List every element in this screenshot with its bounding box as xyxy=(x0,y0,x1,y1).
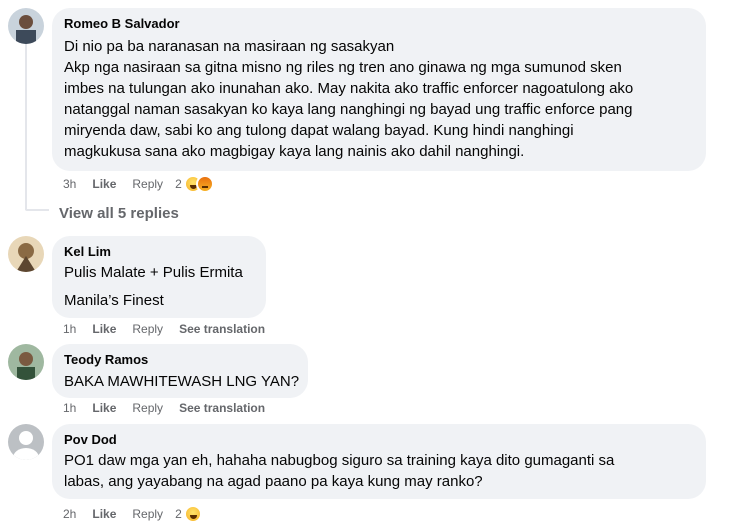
like-button[interactable]: Like xyxy=(92,401,116,415)
comment-text-line: PO1 daw mga yan eh, hahaha nabugbog sigu… xyxy=(64,452,615,469)
comment-author[interactable]: Pov Dod xyxy=(64,432,117,448)
comment-actions: 3h Like Reply 2 xyxy=(63,175,214,193)
comment-text-line: Di nio pa ba naranasan na masiraan ng sa… xyxy=(64,38,395,55)
like-button[interactable]: Like xyxy=(92,177,116,191)
comment-actions: 2h Like Reply 2 xyxy=(63,505,202,523)
avatar[interactable] xyxy=(8,424,44,460)
comment-timestamp[interactable]: 3h xyxy=(63,177,76,191)
comment-text-line: Pulis Malate + Pulis Ermita xyxy=(64,264,243,281)
comment-timestamp[interactable]: 2h xyxy=(63,507,76,521)
avatar-photo-icon xyxy=(8,344,44,380)
comment-bubble: Kel Lim Pulis Malate + Pulis Ermita Mani… xyxy=(52,236,266,318)
comment-author[interactable]: Teody Ramos xyxy=(64,352,148,368)
avatar[interactable] xyxy=(8,344,44,380)
avatar[interactable] xyxy=(8,236,44,272)
comment-bubble: Teody Ramos BAKA MAWHITEWASH LNG YAN? xyxy=(52,344,308,398)
view-replies-link[interactable]: View all 5 replies xyxy=(59,205,179,222)
see-translation-link[interactable]: See translation xyxy=(179,322,265,336)
see-translation-link[interactable]: See translation xyxy=(179,401,265,415)
comment-actions: 1h Like Reply See translation xyxy=(63,401,281,415)
thread-connector-curve xyxy=(25,209,49,211)
comment-text-line: miryenda daw, sabi ko ang tulong dapat w… xyxy=(64,122,574,139)
reply-button[interactable]: Reply xyxy=(132,177,163,191)
like-button[interactable]: Like xyxy=(92,507,116,521)
avatar[interactable] xyxy=(8,8,44,44)
comment-text-line: Akp nga nasiraan sa gitna misno ng riles… xyxy=(64,59,622,76)
haha-icon xyxy=(183,505,202,523)
comment-bubble: Romeo B Salvador Di nio pa ba naranasan … xyxy=(52,8,706,171)
comment-text-line: BAKA MAWHITEWASH LNG YAN? xyxy=(64,373,300,390)
avatar-photo-icon xyxy=(8,236,44,272)
angry-icon xyxy=(195,175,214,193)
comment-bubble: Pov Dod PO1 daw mga yan eh, hahaha nabug… xyxy=(52,424,706,499)
comment-author[interactable]: Kel Lim xyxy=(64,244,111,260)
comment-text-line: magkukusa sana ako magbigay kaya lang na… xyxy=(64,143,525,160)
comment-text-line: Manila’s Finest xyxy=(64,292,164,309)
comment-text-line: natanggal naman sasakyan ko kaya lang na… xyxy=(64,101,633,118)
reply-button[interactable]: Reply xyxy=(132,322,163,336)
comment-timestamp[interactable]: 1h xyxy=(63,322,76,336)
reply-button[interactable]: Reply xyxy=(132,401,163,415)
comment-text-line: imbes na tulungan ako inunahan ako. May … xyxy=(64,80,634,97)
comment-author[interactable]: Romeo B Salvador xyxy=(64,16,180,32)
reaction-summary[interactable]: 2 xyxy=(175,505,202,523)
comment-text-line: labas, ang yayabang na agad paano pa kay… xyxy=(64,473,483,490)
comment-actions: 1h Like Reply See translation xyxy=(63,322,281,336)
reaction-count: 2 xyxy=(175,507,182,521)
thread-connector-line xyxy=(25,44,27,210)
reply-button[interactable]: Reply xyxy=(132,507,163,521)
comment-timestamp[interactable]: 1h xyxy=(63,401,76,415)
default-avatar-icon xyxy=(8,424,44,460)
reaction-summary[interactable]: 2 xyxy=(175,175,214,193)
reaction-count: 2 xyxy=(175,177,182,191)
avatar-photo-icon xyxy=(8,8,44,44)
like-button[interactable]: Like xyxy=(92,322,116,336)
